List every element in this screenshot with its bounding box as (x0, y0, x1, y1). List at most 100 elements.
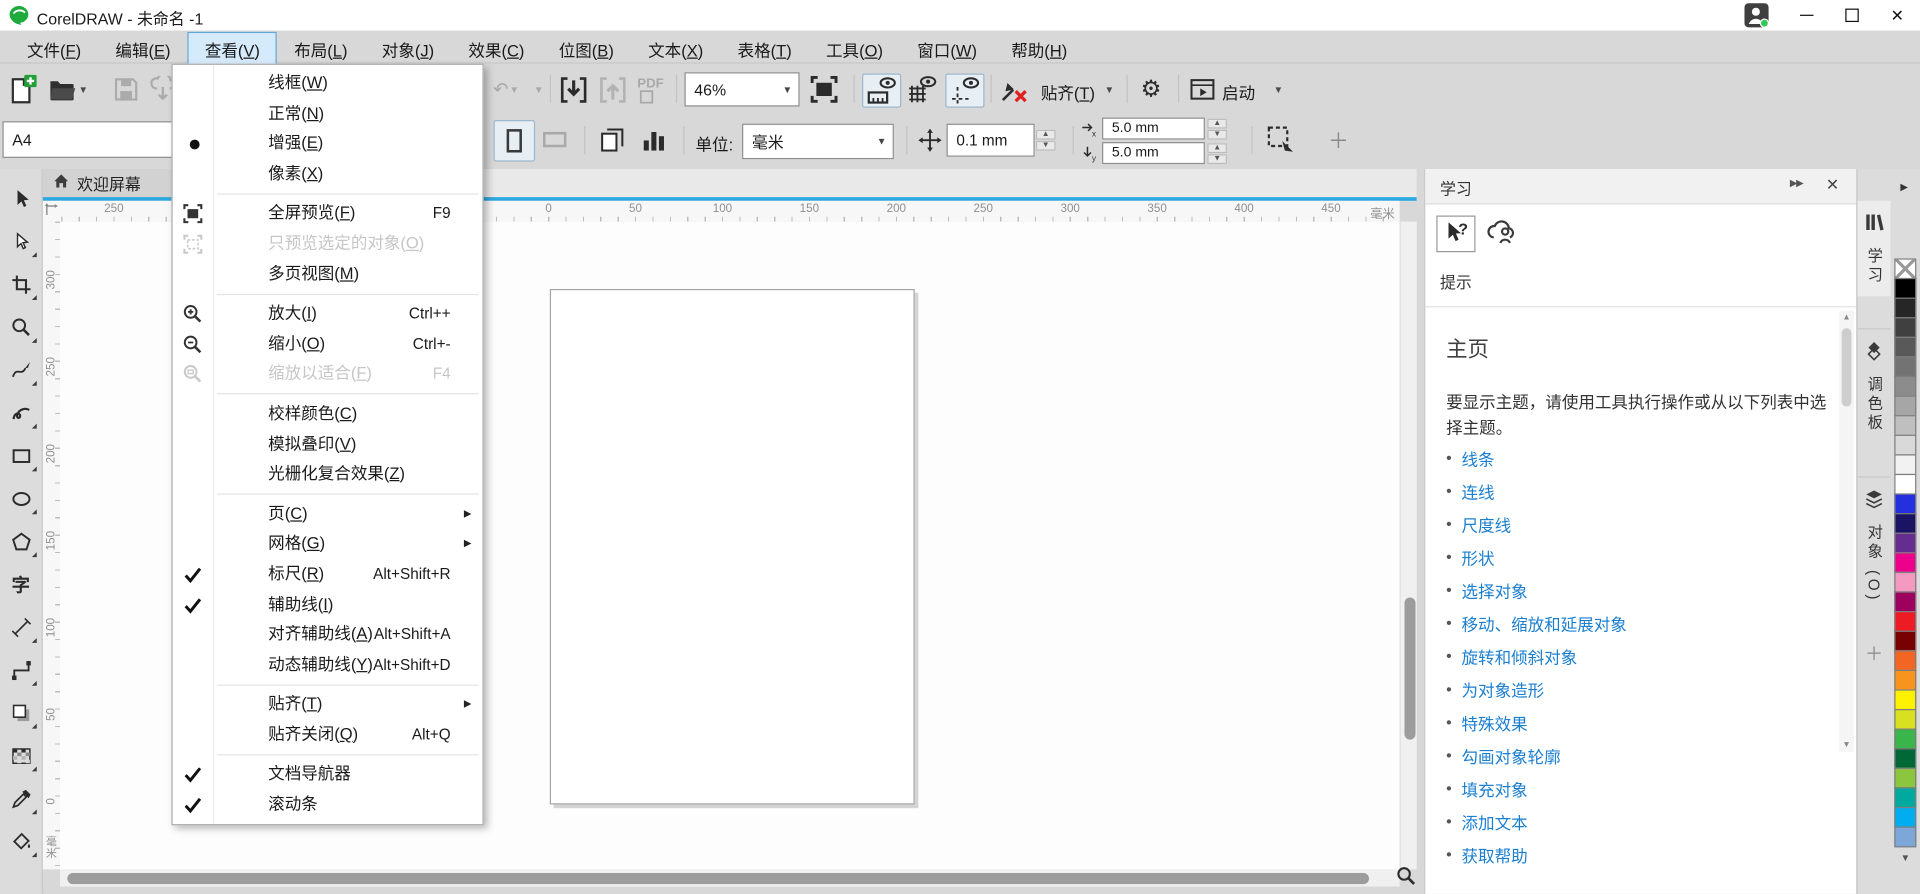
menubar-item-工具O[interactable]: 工具(O) (809, 32, 900, 66)
menubar-item-帮助H[interactable]: 帮助(H) (994, 32, 1084, 66)
menubar-item-表格T[interactable]: 表格(T) (720, 32, 808, 66)
learn-topic-link[interactable]: 添加文本 (1462, 809, 1528, 833)
learn-topic-link[interactable]: 特殊效果 (1462, 710, 1528, 734)
drop-shadow-tool[interactable] (0, 692, 42, 735)
close-button[interactable]: ✕ (1875, 0, 1920, 31)
color-swatch[interactable] (1894, 670, 1916, 691)
ellipse-tool[interactable] (0, 478, 42, 521)
learn-topic-link[interactable]: 尺度线 (1462, 511, 1512, 535)
menubar-item-文件F[interactable]: 文件(F) (10, 32, 98, 66)
learn-topic-link[interactable]: 勾画对象轮廓 (1462, 743, 1561, 767)
maximize-button[interactable] (1829, 0, 1874, 31)
horizontal-scrollbar-thumb[interactable] (67, 872, 1369, 883)
eyedropper-tool[interactable] (0, 778, 42, 821)
learn-topic-link[interactable]: 线条 (1462, 445, 1495, 469)
vertical-scrollbar-thumb[interactable] (1404, 598, 1415, 740)
color-swatch[interactable] (1894, 435, 1916, 456)
landscape-icon[interactable] (535, 120, 574, 159)
text-tool[interactable]: 字 (0, 563, 42, 606)
view-menu-item-19[interactable]: 标尺(R)Alt+Shift+R (173, 559, 483, 589)
menubar-item-布局L[interactable]: 布局(L) (277, 32, 365, 66)
connector-tool[interactable] (0, 649, 42, 692)
view-menu-item-13[interactable]: 校样颜色(C) (173, 399, 483, 429)
color-swatch[interactable] (1894, 787, 1916, 808)
palette-scroll-down-icon[interactable]: ▼ (1900, 852, 1910, 863)
pick-tool[interactable] (0, 178, 42, 221)
view-menu-item-18[interactable]: 网格(G)▶ (173, 529, 483, 559)
color-swatch[interactable] (1894, 317, 1916, 338)
menubar-item-位图B[interactable]: 位图(B) (542, 32, 631, 66)
horizontal-scrollbar[interactable] (60, 869, 1400, 886)
snap-off-icon[interactable] (998, 73, 1030, 105)
learn-topic-link[interactable]: 连线 (1462, 478, 1495, 502)
new-document-icon[interactable] (6, 73, 38, 105)
view-menu-item-7[interactable]: 多页视图(M) (173, 259, 483, 289)
color-swatch[interactable] (1894, 709, 1916, 730)
color-swatch[interactable] (1894, 337, 1916, 358)
scroll-down-icon[interactable]: ▼ (1839, 741, 1854, 750)
view-menu-item-27[interactable]: 文档导航器 (173, 760, 483, 790)
units-combobox[interactable]: 毫米 ▼ (742, 124, 894, 160)
color-swatch[interactable] (1894, 807, 1916, 828)
vertical-scrollbar[interactable] (1400, 222, 1418, 870)
color-swatch[interactable] (1894, 493, 1916, 514)
transparency-tool[interactable] (0, 735, 42, 778)
menubar-item-编辑E[interactable]: 编辑(E) (98, 32, 187, 66)
document-page[interactable] (550, 289, 915, 805)
color-swatch[interactable] (1894, 748, 1916, 769)
menubar-item-效果C[interactable]: 效果(C) (451, 32, 541, 66)
launcher-icon[interactable] (1187, 73, 1219, 105)
units-dropdown-icon[interactable]: ▼ (871, 136, 893, 147)
view-menu-item-5[interactable]: 全屏预览(F)F9 (173, 199, 483, 229)
page-size-current-icon[interactable] (634, 120, 673, 159)
learn-topic-link[interactable]: 为对象造形 (1462, 677, 1545, 701)
docker-close-icon[interactable]: ✕ (1826, 175, 1839, 195)
zoom-level-combobox[interactable]: 46% ▼ (684, 72, 799, 106)
duplicate-y-field[interactable]: 5.0 mm (1102, 142, 1205, 164)
zoom-level-dropdown-icon[interactable]: ▼ (776, 84, 798, 95)
color-swatch[interactable] (1894, 827, 1916, 848)
ruler-origin[interactable] (43, 200, 61, 223)
add-docker-icon[interactable]: ＋ (1858, 640, 1891, 666)
docker-tab-调色板[interactable]: 调色板 (1858, 328, 1891, 444)
cloud-person-icon[interactable] (1482, 216, 1519, 250)
scroll-up-icon[interactable]: ▲ (1839, 313, 1854, 322)
view-menu-item-21[interactable]: 对齐辅助线(A)Alt+Shift+A (173, 620, 483, 650)
account-icon[interactable] (1744, 2, 1770, 28)
show-grid-icon[interactable] (904, 73, 941, 105)
launch-label[interactable]: 启动 (1222, 80, 1255, 104)
menubar-item-查看V[interactable]: 查看(V) (188, 32, 277, 66)
view-menu-item-20[interactable]: 辅助线(I) (173, 590, 483, 620)
zoom-corner-icon[interactable] (1396, 866, 1418, 888)
color-swatch[interactable] (1894, 513, 1916, 534)
vertical-ruler[interactable]: 毫米 300250200150100500 (43, 222, 61, 870)
minimize-button[interactable] (1784, 0, 1829, 31)
view-menu-item-17[interactable]: 页(C)▶ (173, 499, 483, 529)
view-menu-item-14[interactable]: 模拟叠印(V) (173, 429, 483, 459)
view-menu-item-22[interactable]: 动态辅助线(Y)Alt+Shift+D (173, 650, 483, 680)
snap-dropdown-icon[interactable]: ▼ (1102, 73, 1117, 105)
no-color-swatch[interactable] (1894, 258, 1916, 279)
zoom-tool[interactable] (0, 306, 42, 349)
show-rulers-icon[interactable] (862, 73, 901, 107)
import-icon[interactable] (557, 73, 589, 105)
dimension-tool[interactable] (0, 606, 42, 649)
add-plus-icon[interactable]: ＋ (1322, 122, 1354, 154)
color-swatch[interactable] (1894, 356, 1916, 377)
polygon-tool[interactable] (0, 520, 42, 563)
menubar-item-文本X[interactable]: 文本(X) (631, 32, 720, 66)
view-menu-item-3[interactable]: 像素(X) (173, 159, 483, 189)
learn-topic-link[interactable]: 填充对象 (1462, 776, 1528, 800)
view-menu-item-25[interactable]: 贴齐关闭(Q)Alt+Q (173, 720, 483, 750)
snap-label[interactable]: 贴齐(T) (1041, 80, 1095, 104)
color-swatch[interactable] (1894, 454, 1916, 475)
color-swatch[interactable] (1894, 611, 1916, 632)
full-screen-preview-icon[interactable] (808, 73, 840, 105)
color-swatch[interactable] (1894, 729, 1916, 750)
color-swatch[interactable] (1894, 278, 1916, 299)
menubar-item-对象J[interactable]: 对象(J) (365, 32, 452, 66)
nudge-spinner[interactable]: ▲▼ (1036, 124, 1056, 157)
view-menu-item-2[interactable]: 增强(E) (173, 129, 483, 159)
options-gear-icon[interactable]: ⚙ (1135, 73, 1167, 105)
duplicate-x-field[interactable]: 5.0 mm (1102, 118, 1205, 140)
